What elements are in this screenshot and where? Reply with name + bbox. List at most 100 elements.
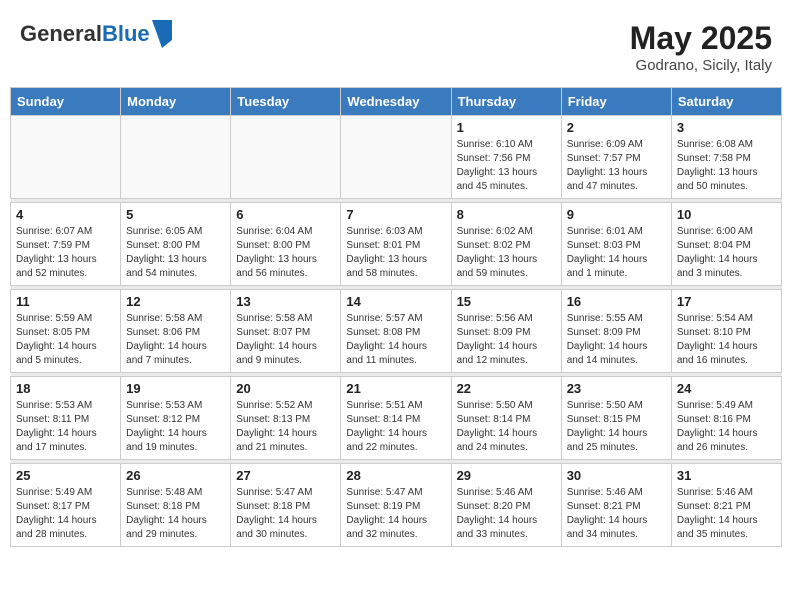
- day-info: Sunrise: 5:53 AM Sunset: 8:12 PM Dayligh…: [126, 399, 225, 455]
- day-info: Sunrise: 5:51 AM Sunset: 8:14 PM Dayligh…: [346, 399, 445, 455]
- calendar-cell: [11, 116, 121, 199]
- day-info: Sunrise: 5:57 AM Sunset: 8:08 PM Dayligh…: [346, 312, 445, 368]
- calendar-cell: 21Sunrise: 5:51 AM Sunset: 8:14 PM Dayli…: [341, 377, 451, 460]
- day-number: 27: [236, 468, 335, 483]
- calendar-cell: 12 Sunrise: 5:58 AM Sunset: 8:06 PM Dayli…: [121, 290, 231, 373]
- calendar-cell: 18 Sunrise: 5:53 AM Sunset: 8:11 PM Dayli…: [11, 377, 121, 460]
- day-number: 8: [457, 207, 556, 222]
- weekday-header-saturday: Saturday: [671, 88, 781, 116]
- day-info: Sunrise: 5:46 AM Sunset: 8:21 PM Dayligh…: [677, 486, 776, 542]
- calendar-cell: 30 Sunrise: 5:46 AM Sunset: 8:21 PM Dayli…: [561, 464, 671, 547]
- calendar-cell: 9 Sunrise: 6:01 AM Sunset: 8:03 PM Daylig…: [561, 203, 671, 286]
- day-info: Sunrise: 6:10 AM Sunset: 7:56 PM Dayligh…: [457, 138, 556, 194]
- day-number: 10: [677, 207, 776, 222]
- day-number: 15: [457, 294, 556, 309]
- day-info: Sunrise: 6:01 AM Sunset: 8:03 PM Dayligh…: [567, 225, 666, 281]
- calendar-cell: 28 Sunrise: 5:47 AM Sunset: 8:19 PM Dayli…: [341, 464, 451, 547]
- calendar-cell: 16Sunrise: 5:55 AM Sunset: 8:09 PM Dayli…: [561, 290, 671, 373]
- calendar-cell: 22Sunrise: 5:50 AM Sunset: 8:14 PM Dayli…: [451, 377, 561, 460]
- logo: GeneralBlue: [20, 20, 172, 48]
- day-info: Sunrise: 5:50 AM Sunset: 8:15 PM Dayligh…: [567, 399, 666, 455]
- day-info: Sunrise: 6:07 AM Sunset: 7:59 PM Dayligh…: [16, 225, 115, 281]
- location-subtitle: Godrano, Sicily, Italy: [630, 57, 772, 74]
- day-number: 3: [677, 120, 776, 135]
- day-info: Sunrise: 5:47 AM Sunset: 8:19 PM Dayligh…: [346, 486, 445, 542]
- day-info: Sunrise: 5:54 AM Sunset: 8:10 PM Dayligh…: [677, 312, 776, 368]
- calendar-cell: 20 Sunrise: 5:52 AM Sunset: 8:13 PM Dayli…: [231, 377, 341, 460]
- calendar-week-3: 11Sunrise: 5:59 AM Sunset: 8:05 PM Dayli…: [11, 290, 782, 373]
- day-info: Sunrise: 5:53 AM Sunset: 8:11 PM Dayligh…: [16, 399, 115, 455]
- day-number: 12: [126, 294, 225, 309]
- day-number: 9: [567, 207, 666, 222]
- calendar-cell: 15 Sunrise: 5:56 AM Sunset: 8:09 PM Dayli…: [451, 290, 561, 373]
- day-info: Sunrise: 5:49 AM Sunset: 8:17 PM Dayligh…: [16, 486, 115, 542]
- day-info: Sunrise: 5:48 AM Sunset: 8:18 PM Dayligh…: [126, 486, 225, 542]
- calendar-cell: 25 Sunrise: 5:49 AM Sunset: 8:17 PM Dayli…: [11, 464, 121, 547]
- calendar-cell: [231, 116, 341, 199]
- month-title: May 2025: [630, 20, 772, 57]
- calendar-cell: 14 Sunrise: 5:57 AM Sunset: 8:08 PM Dayli…: [341, 290, 451, 373]
- calendar-cell: 8 Sunrise: 6:02 AM Sunset: 8:02 PM Daylig…: [451, 203, 561, 286]
- logo-blue-text: Blue: [102, 21, 150, 46]
- day-info: Sunrise: 5:58 AM Sunset: 8:06 PM Dayligh…: [126, 312, 225, 368]
- day-number: 28: [346, 468, 445, 483]
- calendar-cell: 5 Sunrise: 6:05 AM Sunset: 8:00 PM Daylig…: [121, 203, 231, 286]
- calendar-cell: 3 Sunrise: 6:08 AM Sunset: 7:58 PM Daylig…: [671, 116, 781, 199]
- day-info: Sunrise: 6:08 AM Sunset: 7:58 PM Dayligh…: [677, 138, 776, 194]
- weekday-header-monday: Monday: [121, 88, 231, 116]
- weekday-header-thursday: Thursday: [451, 88, 561, 116]
- weekday-header-wednesday: Wednesday: [341, 88, 451, 116]
- day-info: Sunrise: 6:00 AM Sunset: 8:04 PM Dayligh…: [677, 225, 776, 281]
- day-number: 31: [677, 468, 776, 483]
- day-info: Sunrise: 6:05 AM Sunset: 8:00 PM Dayligh…: [126, 225, 225, 281]
- day-number: 7: [346, 207, 445, 222]
- calendar-cell: 23Sunrise: 5:50 AM Sunset: 8:15 PM Dayli…: [561, 377, 671, 460]
- day-info: Sunrise: 5:52 AM Sunset: 8:13 PM Dayligh…: [236, 399, 335, 455]
- day-number: 25: [16, 468, 115, 483]
- day-info: Sunrise: 6:09 AM Sunset: 7:57 PM Dayligh…: [567, 138, 666, 194]
- day-info: Sunrise: 5:58 AM Sunset: 8:07 PM Dayligh…: [236, 312, 335, 368]
- day-info: Sunrise: 5:56 AM Sunset: 8:09 PM Dayligh…: [457, 312, 556, 368]
- day-info: Sunrise: 5:46 AM Sunset: 8:21 PM Dayligh…: [567, 486, 666, 542]
- logo-general-text: General: [20, 21, 102, 46]
- day-number: 13: [236, 294, 335, 309]
- calendar-cell: 4 Sunrise: 6:07 AM Sunset: 7:59 PM Daylig…: [11, 203, 121, 286]
- weekday-header-row: SundayMondayTuesdayWednesdayThursdayFrid…: [11, 88, 782, 116]
- day-info: Sunrise: 5:55 AM Sunset: 8:09 PM Dayligh…: [567, 312, 666, 368]
- day-info: Sunrise: 5:50 AM Sunset: 8:14 PM Dayligh…: [457, 399, 556, 455]
- calendar-cell: 29 Sunrise: 5:46 AM Sunset: 8:20 PM Dayli…: [451, 464, 561, 547]
- calendar-cell: 24Sunrise: 5:49 AM Sunset: 8:16 PM Dayli…: [671, 377, 781, 460]
- day-number: 2: [567, 120, 666, 135]
- calendar-cell: 13 Sunrise: 5:58 AM Sunset: 8:07 PM Dayli…: [231, 290, 341, 373]
- calendar-cell: 27Sunrise: 5:47 AM Sunset: 8:18 PM Dayli…: [231, 464, 341, 547]
- calendar-week-2: 4 Sunrise: 6:07 AM Sunset: 7:59 PM Daylig…: [11, 203, 782, 286]
- day-info: Sunrise: 6:02 AM Sunset: 8:02 PM Dayligh…: [457, 225, 556, 281]
- day-info: Sunrise: 5:59 AM Sunset: 8:05 PM Dayligh…: [16, 312, 115, 368]
- calendar-week-5: 25 Sunrise: 5:49 AM Sunset: 8:17 PM Dayli…: [11, 464, 782, 547]
- day-number: 14: [346, 294, 445, 309]
- calendar-cell: [121, 116, 231, 199]
- calendar-cell: 7 Sunrise: 6:03 AM Sunset: 8:01 PM Daylig…: [341, 203, 451, 286]
- day-info: Sunrise: 6:04 AM Sunset: 8:00 PM Dayligh…: [236, 225, 335, 281]
- weekday-header-friday: Friday: [561, 88, 671, 116]
- day-number: 1: [457, 120, 556, 135]
- day-number: 18: [16, 381, 115, 396]
- day-info: Sunrise: 6:03 AM Sunset: 8:01 PM Dayligh…: [346, 225, 445, 281]
- day-number: 5: [126, 207, 225, 222]
- day-number: 20: [236, 381, 335, 396]
- day-info: Sunrise: 5:46 AM Sunset: 8:20 PM Dayligh…: [457, 486, 556, 542]
- page-header: GeneralBlue May 2025 Godrano, Sicily, It…: [10, 10, 782, 79]
- calendar-cell: 31 Sunrise: 5:46 AM Sunset: 8:21 PM Dayli…: [671, 464, 781, 547]
- calendar-week-1: 1 Sunrise: 6:10 AM Sunset: 7:56 PM Daylig…: [11, 116, 782, 199]
- day-number: 6: [236, 207, 335, 222]
- logo-icon: [152, 20, 172, 48]
- day-number: 26: [126, 468, 225, 483]
- calendar-cell: 19Sunrise: 5:53 AM Sunset: 8:12 PM Dayli…: [121, 377, 231, 460]
- calendar-cell: 1 Sunrise: 6:10 AM Sunset: 7:56 PM Daylig…: [451, 116, 561, 199]
- calendar-cell: [341, 116, 451, 199]
- weekday-header-sunday: Sunday: [11, 88, 121, 116]
- day-number: 29: [457, 468, 556, 483]
- day-number: 30: [567, 468, 666, 483]
- day-info: Sunrise: 5:49 AM Sunset: 8:16 PM Dayligh…: [677, 399, 776, 455]
- day-number: 4: [16, 207, 115, 222]
